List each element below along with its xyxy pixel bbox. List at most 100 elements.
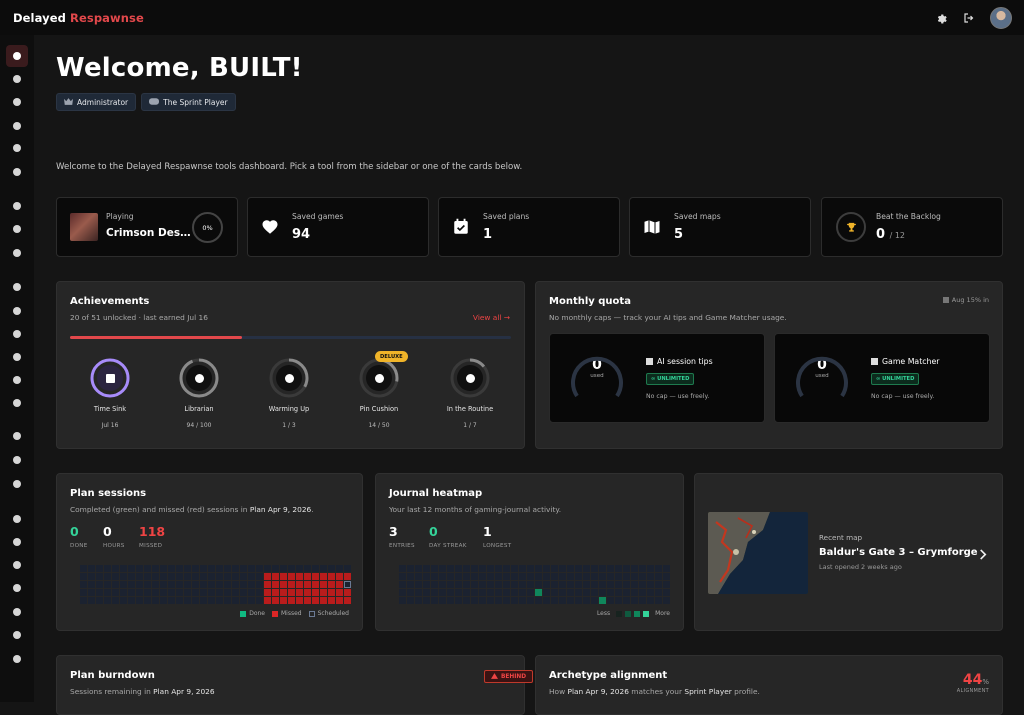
sidebar-item-favorites[interactable] [6,195,28,217]
top-bar: Delayed Respawnse [0,0,1024,35]
library-icon [13,353,21,361]
brand-logo[interactable]: Delayed Respawnse [13,11,144,25]
sidebar-item-trophies[interactable] [6,161,28,183]
playing-progress: 0% [192,212,223,243]
view-all-link[interactable]: View all → [473,313,510,322]
achievements-progress-bar [70,336,511,339]
achievements-card: Achievements 20 of 51 unlocked · last ea… [56,281,525,449]
calendar-icon [13,225,21,233]
journal-icon [13,98,21,106]
help-icon [13,283,21,291]
controller-icon [13,584,21,592]
gamepad-icon [149,97,160,107]
monthly-quota-card: Monthly quota No monthly caps — track yo… [535,281,1003,449]
sidebar-item-quota[interactable] [6,392,28,414]
achievement-in-the-routine[interactable]: In the Routine 1 / 7 [434,358,506,429]
sidebar-item-dashboard[interactable] [6,45,28,67]
trophy-icon [836,212,866,242]
gamepad-icon [13,307,21,315]
main-content: Welcome, BUILT! Administrator The Sprint… [34,35,1024,715]
archetype-alignment-card: Archetype alignment How Plan Apr 9, 2026… [535,655,1003,715]
favorites-icon [13,202,21,210]
gear-icon[interactable] [934,11,948,25]
logout-icon[interactable] [962,11,976,25]
network-icon [13,631,21,639]
calendar-check-icon [454,218,468,234]
sidebar-item-map-pin[interactable] [6,473,28,495]
achievements-icon [13,75,21,83]
sessions-grid [80,565,351,604]
sidebar-item-controller[interactable] [6,577,28,599]
status-badge: BEHIND [484,670,534,683]
journal-heatmap-card: Journal heatmap Your last 12 months of g… [375,473,684,631]
saved-plans-card[interactable]: Saved plans 1 [438,197,620,257]
quota-game-matcher: 0 used Game Matcher ∞ UNLIMITED No cap — use… [774,333,990,423]
magic-icon [13,376,21,384]
playing-card[interactable]: Playing Crimson Des… 0% [56,197,238,257]
dashboard-icon [13,52,21,60]
map-thumbnail [708,512,808,594]
legend-level-0 [616,610,623,617]
sidebar [0,35,34,702]
sidebar-item-gamepad[interactable] [6,300,28,322]
sidebar-item-trends[interactable] [6,531,28,553]
quota-reset: Aug 15% in [942,296,989,304]
achievement-ring: DELUXE [359,351,408,398]
sidebar-item-magic[interactable] [6,369,28,391]
achievement-ring [90,358,130,398]
journal-grid [399,565,670,604]
calendar-icon [942,297,949,303]
saved-games-card[interactable]: Saved games 94 [247,197,429,257]
heart-icon [262,220,278,234]
game-cover [70,213,98,241]
trophies-icon [13,168,21,176]
sidebar-item-hierarchy[interactable] [6,648,28,670]
sidebar-item-help[interactable] [6,276,28,298]
chevron-right-icon[interactable] [979,545,987,564]
sidebar-item-calendar[interactable] [6,218,28,240]
achievement-pin-cushion[interactable]: DELUXE Pin Cushion 14 / 50 [343,351,415,429]
sidebar-item-history[interactable] [6,137,28,159]
sidebar-item-discover[interactable] [6,449,28,471]
achievement-warming-up[interactable]: Warming Up 1 / 3 [253,358,325,429]
sidebar-item-saves[interactable] [6,554,28,576]
avatar[interactable] [990,6,1012,29]
sidebar-item-stats[interactable] [6,508,28,530]
bugs-icon [13,432,21,440]
map-icon [644,220,660,234]
crown-icon [64,97,73,107]
stars-icon [13,608,21,616]
recent-map-card[interactable]: Recent map Baldur's Gate 3 – Grymforge L… [694,473,1003,631]
sidebar-item-stars[interactable] [6,601,28,623]
maps-icon [13,249,21,257]
plan-sessions-card: Plan sessions Completed (green) and miss… [56,473,363,631]
page-title: Welcome, BUILT! [56,53,303,83]
achievement-librarian[interactable]: Librarian 94 / 100 [163,358,235,429]
legend-level-1 [625,610,632,617]
sidebar-item-achievements[interactable] [6,68,28,90]
deluxe-badge: DELUXE [375,351,408,362]
achievement-time-sink[interactable]: Time Sink Jul 16 [74,358,146,429]
intro-text: Welcome to the Delayed Respawnse tools d… [56,162,523,172]
stats-icon [13,515,21,523]
sidebar-item-journal[interactable] [6,91,28,113]
saved-maps-card[interactable]: Saved maps 5 [629,197,811,257]
quota-ai-session-tips: 0 used AI session tips ∞ UNLIMITED No cap — … [549,333,765,423]
sidebar-item-notes[interactable] [6,115,28,137]
sidebar-item-network[interactable] [6,624,28,646]
sidebar-item-schedule[interactable] [6,323,28,345]
achievement-ring [269,358,309,398]
sidebar-item-library[interactable] [6,346,28,368]
sidebar-item-bugs[interactable] [6,425,28,447]
history-icon [13,144,21,152]
sidebar-item-maps[interactable] [6,242,28,264]
quota-icon [13,399,21,407]
alignment-score: 44% ALIGNMENT [956,672,989,694]
unlimited-badge: ∞ UNLIMITED [646,373,695,385]
map-name: Baldur's Gate 3 – Grymforge [819,547,978,558]
backlog-card[interactable]: Beat the Backlog 0 / 12 [821,197,1003,257]
legend-level-3 [643,610,650,617]
map-pin-icon [13,480,21,488]
legend-done-swatch [240,610,247,617]
quota-icon [871,358,878,365]
